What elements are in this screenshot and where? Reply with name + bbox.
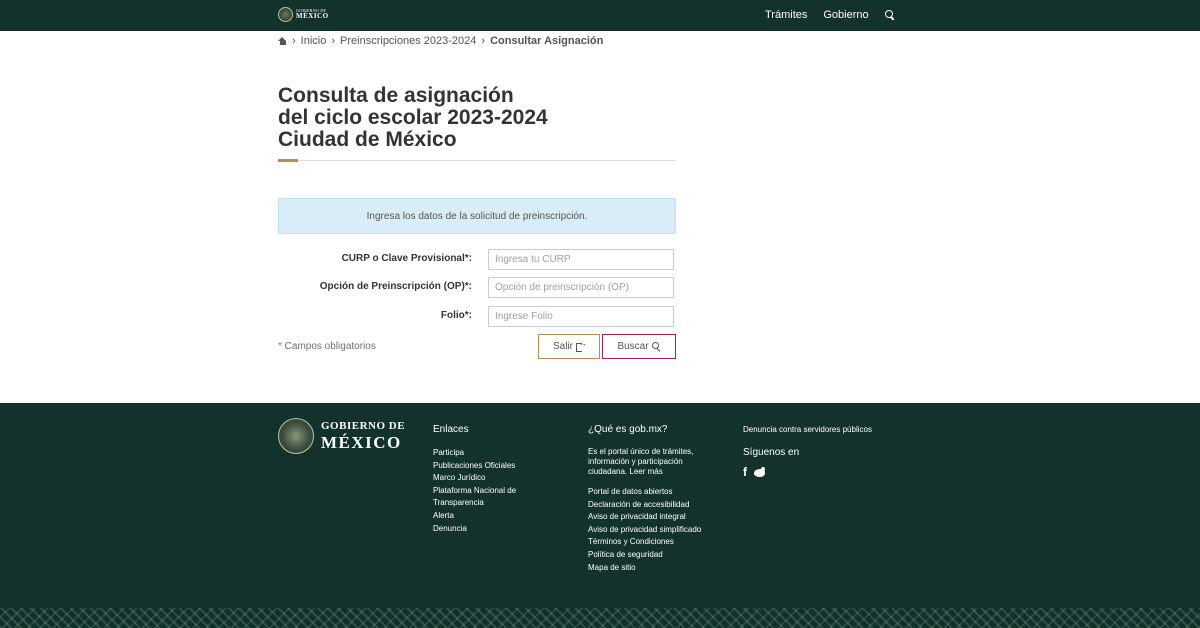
form-row-op: Opción de Preinscripción (OP)*:	[278, 277, 676, 299]
title-line1: Consulta de asignación	[278, 84, 514, 107]
title-divider	[278, 160, 676, 161]
exit-button[interactable]: Salir	[538, 334, 600, 359]
search-button-label: Buscar	[617, 341, 649, 352]
title-accent-bar	[278, 159, 298, 162]
footer-link-mapa[interactable]: Mapa de sitio	[588, 562, 718, 575]
footer-logo-line2: MÉXICO	[321, 433, 402, 452]
footer-link-marco[interactable]: Marco Jurídico	[433, 472, 533, 485]
seal-icon	[278, 418, 314, 454]
gobierno-logo[interactable]: GOBIERNO DE MÉXICO	[278, 7, 329, 22]
nav-tramites[interactable]: Trámites	[765, 9, 807, 21]
footer-link-datos[interactable]: Portal de datos abiertos	[588, 486, 718, 499]
top-nav-links: Trámites Gobierno	[765, 9, 895, 21]
breadcrumb-separator: ›	[481, 35, 486, 47]
op-label: Opción de Preinscripción (OP)*:	[319, 281, 472, 292]
gob-description: Es el portal único de trámites, informac…	[588, 447, 694, 476]
footer-link-publicaciones[interactable]: Publicaciones Oficiales	[433, 460, 533, 473]
footer-link-privacidad-integral[interactable]: Aviso de privacidad integral	[588, 511, 718, 524]
folio-label: Folio*:	[440, 310, 472, 321]
home-icon[interactable]	[278, 37, 287, 45]
title-line3: Ciudad de México	[278, 128, 457, 151]
footer-logo-line1: GOBIERNO DE	[321, 420, 406, 432]
title-line2: del ciclo escolar 2023-2024	[278, 106, 548, 129]
footer-link-participa[interactable]: Participa	[433, 447, 533, 460]
exit-button-label: Salir	[552, 341, 573, 352]
enlaces-title: Enlaces	[433, 424, 469, 435]
seal-icon	[278, 7, 293, 22]
footer: GOBIERNO DE MÉXICO Enlaces Participa Pub…	[0, 403, 1200, 628]
facebook-icon[interactable]: f	[743, 466, 747, 478]
page-title: Consulta de asignación del ciclo escolar…	[278, 85, 676, 151]
info-alert: Ingresa los datos de la solicitud de pre…	[278, 198, 676, 234]
curp-label: CURP o Clave Provisional*:	[341, 253, 472, 264]
footer-link-transparencia[interactable]: Plataforma Nacional de Transparencia	[433, 485, 533, 510]
footer-link-denuncia[interactable]: Denuncia	[433, 523, 533, 536]
breadcrumb: › Inicio › Preinscripciones 2023-2024 › …	[278, 35, 603, 47]
footer-link-accesibilidad[interactable]: Declaración de accesibilidad	[588, 499, 718, 512]
footer-gob: ¿Qué es gob.mx? Es el portal único de tr…	[588, 423, 718, 574]
op-input[interactable]	[488, 277, 674, 298]
logo-line2: MÉXICO	[296, 12, 329, 20]
twitter-icon[interactable]	[753, 466, 766, 478]
search-icon	[651, 342, 661, 351]
breadcrumb-separator: ›	[292, 35, 296, 47]
footer-link-alerta[interactable]: Alerta	[433, 510, 533, 523]
form-row-curp: CURP o Clave Provisional*:	[278, 249, 676, 271]
required-note: * Campos obligatorios	[278, 341, 376, 352]
footer-enlaces: Enlaces Participa Publicaciones Oficiale…	[433, 423, 533, 535]
gob-title: ¿Qué es gob.mx?	[588, 424, 668, 435]
folio-input[interactable]	[488, 306, 674, 327]
nav-gobierno[interactable]: Gobierno	[823, 9, 868, 21]
breadcrumb-preinscripciones[interactable]: Preinscripciones 2023-2024	[340, 35, 476, 47]
footer-link-terminos[interactable]: Términos y Condiciones	[588, 536, 718, 549]
footer-logo[interactable]: GOBIERNO DE MÉXICO	[278, 418, 405, 454]
breadcrumb-inicio[interactable]: Inicio	[301, 35, 327, 47]
top-navbar: GOBIERNO DE MÉXICO Trámites Gobierno	[0, 0, 1200, 31]
search-icon[interactable]	[884, 10, 895, 20]
breadcrumb-current: Consultar Asignación	[490, 35, 604, 47]
footer-social: Denuncia contra servidores públicos Sígu…	[743, 424, 903, 478]
footer-link-denuncia-servidores[interactable]: Denuncia contra servidores públicos	[743, 424, 903, 436]
breadcrumb-separator: ›	[331, 35, 336, 47]
exit-icon	[576, 338, 587, 352]
alert-text: Ingresa los datos de la solicitud de pre…	[366, 210, 588, 222]
form-row-folio: Folio*:	[278, 306, 676, 328]
footer-link-privacidad-simplificado[interactable]: Aviso de privacidad simplificado	[588, 524, 718, 537]
footer-link-seguridad[interactable]: Política de seguridad	[588, 549, 718, 562]
footer-pattern	[0, 608, 1200, 628]
search-button[interactable]: Buscar	[602, 334, 676, 359]
siguenos-label: Síguenos en	[743, 447, 800, 458]
curp-input[interactable]	[488, 249, 674, 270]
social-links: f	[743, 466, 903, 478]
